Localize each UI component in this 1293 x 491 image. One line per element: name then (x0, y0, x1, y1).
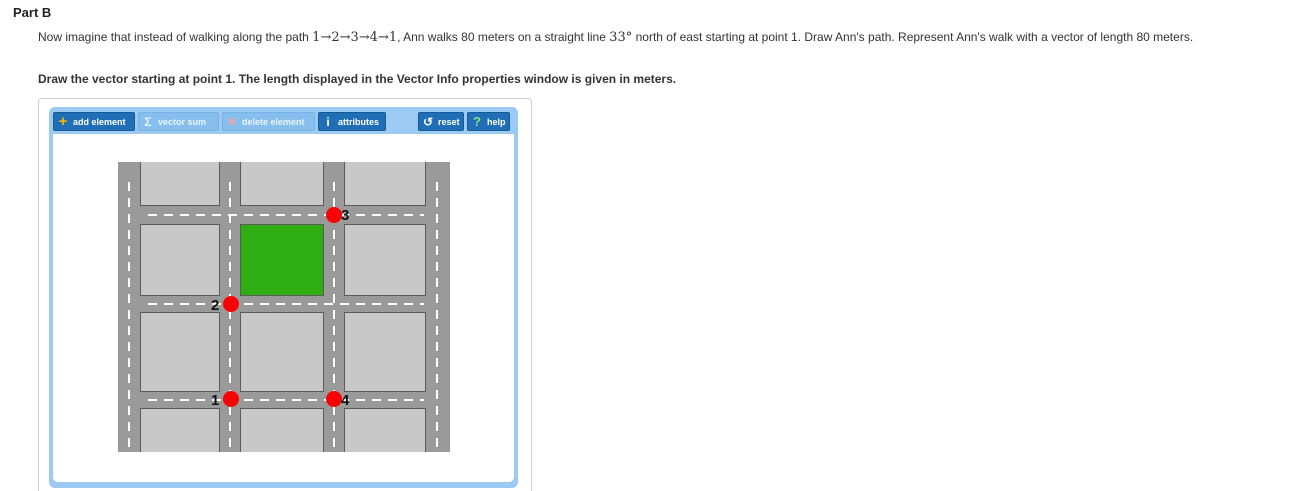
park-block (240, 224, 324, 296)
question-icon: ? (473, 114, 481, 129)
help-label: help (487, 116, 506, 127)
delete-element-label: delete element (242, 116, 305, 127)
city-block (344, 312, 426, 392)
road-marking (148, 399, 424, 401)
city-block (140, 224, 220, 296)
city-block (344, 162, 426, 206)
delete-element-button[interactable]: ✕ delete element (222, 112, 315, 131)
instruction-text: Draw the vector starting at point 1. The… (38, 72, 677, 86)
x-icon: ✕ (226, 114, 238, 129)
question-text: Now imagine that instead of walking alon… (38, 30, 1273, 45)
help-button[interactable]: ? help (467, 112, 510, 131)
city-block (140, 408, 220, 452)
city-block (140, 312, 220, 392)
question-text-end: north of east starting at point 1. Draw … (632, 30, 1194, 44)
city-block (140, 162, 220, 206)
path-expression: 1→2→3→4→1 (312, 30, 398, 45)
sigma-icon: Σ (144, 114, 152, 129)
road-marking (436, 182, 438, 452)
point-1-label: 1 (211, 392, 220, 409)
city-block (344, 408, 426, 452)
point-3-marker (326, 207, 342, 223)
city-block (240, 312, 324, 392)
road-marking (148, 303, 424, 305)
add-element-label: add element (73, 116, 126, 127)
vector-sum-button[interactable]: Σ vector sum (138, 112, 219, 131)
point-4-marker (326, 391, 342, 407)
road-marking (148, 214, 424, 216)
reset-icon: ↺ (422, 114, 434, 129)
road-marking (229, 182, 231, 452)
angle-value: 33° (609, 30, 633, 45)
point-2-marker (223, 296, 239, 312)
city-map: 1 2 3 4 (118, 162, 450, 452)
city-block (344, 224, 426, 296)
reset-button[interactable]: ↺ reset (418, 112, 464, 131)
vector-sum-label: vector sum (158, 116, 207, 127)
question-text-start: Now imagine that instead of walking alon… (38, 30, 313, 44)
point-1-marker (223, 391, 239, 407)
attributes-label: attributes (338, 116, 380, 127)
question-text-mid: , Ann walks 80 meters on a straight line (397, 30, 610, 44)
road-marking (128, 182, 130, 452)
attributes-button[interactable]: i attributes (318, 112, 386, 131)
point-3-label: 3 (341, 207, 350, 224)
part-title: Part B (13, 5, 52, 20)
add-element-button[interactable]: + add element (53, 112, 135, 131)
plus-icon: + (58, 113, 68, 130)
city-block (240, 162, 324, 206)
reset-label: reset (438, 116, 460, 127)
point-4-label: 4 (341, 392, 350, 409)
info-icon: i (326, 114, 330, 129)
city-block (240, 408, 324, 452)
point-2-label: 2 (211, 297, 220, 314)
